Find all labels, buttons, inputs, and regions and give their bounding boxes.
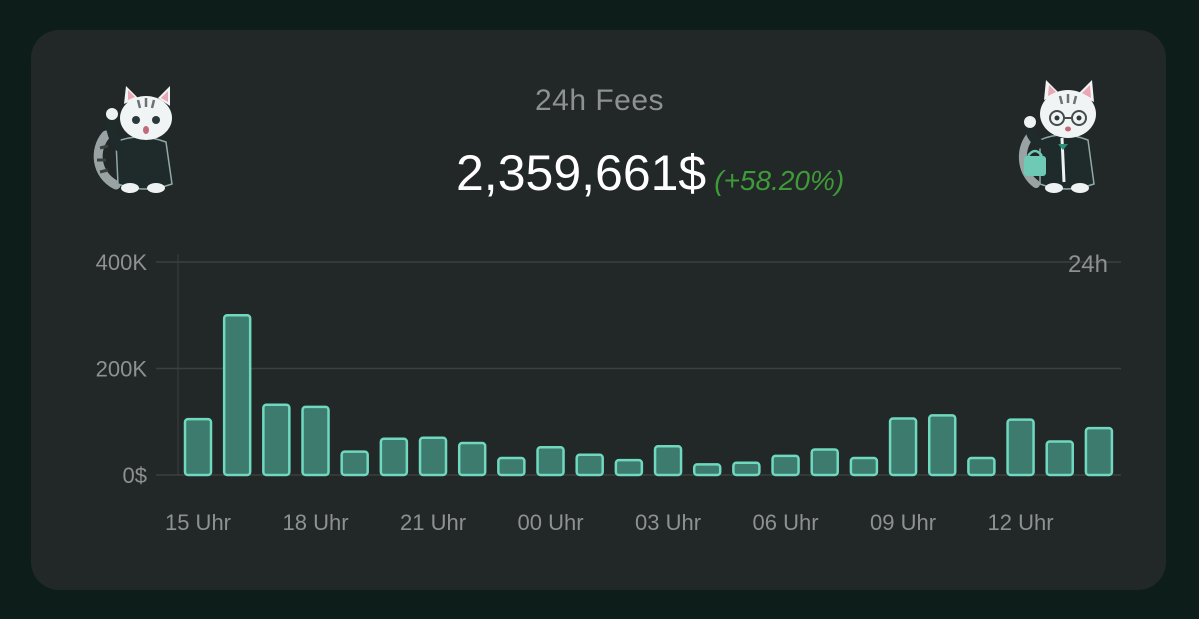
bar [614,458,644,477]
bar [888,417,918,477]
bar [692,463,722,477]
y-tick-label: 200K [96,357,148,382]
x-tick-label: 06 Uhr [753,510,819,535]
y-tick-label: 0$ [123,463,147,488]
bar [927,414,957,477]
bar [771,454,800,477]
bar [967,456,996,477]
bar [379,437,409,477]
x-tick-label: 12 Uhr [988,510,1054,535]
x-tick-label: 03 Uhr [635,510,701,535]
bar [183,417,213,477]
bar [732,461,761,477]
x-tick-label: 00 Uhr [518,510,584,535]
bar [1045,440,1074,477]
x-tick-label: 09 Uhr [870,510,936,535]
bar [810,448,839,477]
bar [653,444,683,477]
bar [1084,426,1114,477]
bar [497,456,526,477]
fees-bar-chart: 0$ 200K 400K 24h 15 Uhr 18 Uhr 21 Uhr 00 Uhr 03 … [96,250,1121,535]
range-label: 24h [1068,251,1108,278]
bar [849,456,879,477]
bar [301,405,330,477]
bar [222,314,252,477]
bar [575,453,604,477]
bar [1006,418,1035,477]
bar [262,403,291,477]
x-tick-label: 18 Uhr [282,510,348,535]
bar [340,450,369,477]
x-tick-label: 15 Uhr [165,510,231,535]
y-tick-label: 400K [96,250,148,275]
x-tick-label: 21 Uhr [400,510,466,535]
bar [457,441,487,477]
bar [536,446,565,477]
bar [418,436,448,477]
